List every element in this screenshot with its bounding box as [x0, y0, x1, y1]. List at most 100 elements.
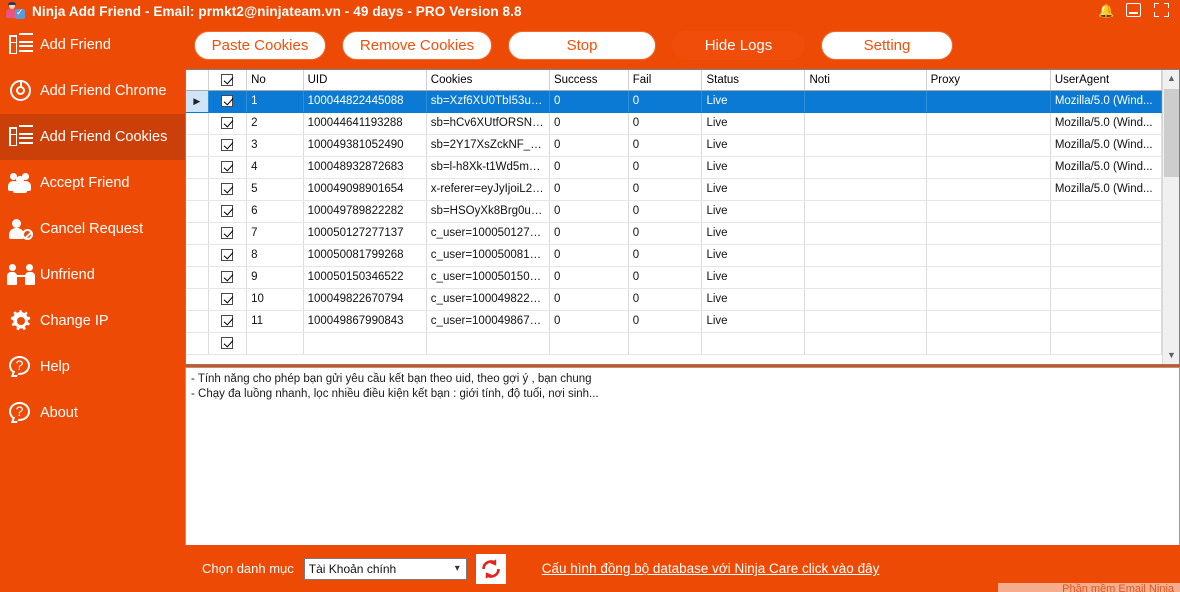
person-check-icon [4, 1, 28, 21]
stop-button[interactable]: Stop [508, 30, 656, 60]
list-icon [8, 125, 34, 149]
bell-icon[interactable]: 🔔 [1098, 3, 1114, 19]
cell-useragent: Mozilla/5.0 (Wind... [1050, 112, 1162, 135]
row-checkbox-cell[interactable] [208, 244, 248, 267]
scroll-down-arrow-icon[interactable]: ▼ [1163, 347, 1180, 364]
col-header-status[interactable]: Status [701, 70, 806, 91]
table-row[interactable]: 10 100049822670794 c_user=1000498226... 0 0 L… [186, 288, 1162, 311]
sidebar-item-change-ip[interactable]: Change IP [0, 298, 185, 344]
row-checkbox-cell[interactable] [208, 112, 248, 135]
sidebar-item-add-friend-chrome[interactable]: Add Friend Chrome [0, 68, 185, 114]
minimize-icon[interactable] [1126, 3, 1142, 19]
row-checkbox[interactable] [221, 182, 234, 195]
col-header-select-all[interactable] [208, 70, 248, 91]
row-marker[interactable] [186, 310, 209, 333]
refresh-button[interactable] [475, 553, 506, 584]
row-checkbox-cell[interactable] [208, 222, 248, 245]
row-checkbox-cell[interactable] [208, 90, 248, 113]
row-marker[interactable] [186, 288, 209, 311]
sidebar-item-help[interactable]: ? Help [0, 344, 185, 390]
cell-proxy [926, 178, 1051, 201]
row-marker[interactable] [186, 112, 209, 135]
row-checkbox[interactable] [221, 314, 234, 327]
col-header-success[interactable]: Success [549, 70, 629, 91]
table-row[interactable]: 6 100049789822282 sb=HSOyXk8Brg0uH... 0 0 Liv… [186, 200, 1162, 223]
row-checkbox[interactable] [221, 292, 234, 305]
row-marker[interactable] [186, 266, 209, 289]
table-row[interactable]: 3 100049381052490 sb=2Y17XsZckNF_K... 0 0 Liv… [186, 134, 1162, 157]
cell-fail: 0 [628, 244, 703, 267]
sidebar-item-accept-friend[interactable]: Accept Friend [0, 160, 185, 206]
row-checkbox[interactable] [221, 204, 234, 217]
row-checkbox[interactable] [221, 336, 234, 349]
cell-no: 10 [246, 288, 304, 311]
cell-fail: 0 [628, 200, 703, 223]
row-checkbox-cell[interactable] [208, 266, 248, 289]
row-checkbox[interactable] [221, 226, 234, 239]
row-checkbox-cell[interactable] [208, 310, 248, 333]
category-label: Chọn danh mục [202, 561, 294, 576]
row-checkbox-cell[interactable] [208, 156, 248, 179]
row-checkbox[interactable] [221, 160, 234, 173]
table-row[interactable]: 4 100048932872683 sb=l-h8Xk-t1Wd5mpn... 0 0 L… [186, 156, 1162, 179]
cell-status: Live [701, 266, 806, 289]
col-header-uid[interactable]: UID [303, 70, 427, 91]
cell-no: 6 [246, 200, 304, 223]
row-marker[interactable] [186, 244, 209, 267]
cell-proxy [926, 156, 1051, 179]
table-row[interactable]: 7 100050127277137 c_user=1000501272... 0 0 Li… [186, 222, 1162, 245]
fullscreen-icon[interactable] [1154, 3, 1170, 19]
cell-no: 4 [246, 156, 304, 179]
col-header-fail[interactable]: Fail [628, 70, 703, 91]
row-marker[interactable] [186, 178, 209, 201]
col-header-no[interactable]: No [246, 70, 304, 91]
row-checkbox[interactable] [221, 94, 234, 107]
log-panel[interactable]: - Tính năng cho phép bạn gửi yêu cầu kết… [185, 367, 1180, 563]
sidebar-item-cancel-request[interactable]: Cancel Request [0, 206, 185, 252]
col-header-noti[interactable]: Noti [804, 70, 927, 91]
paste-cookies-button[interactable]: Paste Cookies [194, 30, 326, 60]
setting-button[interactable]: Setting [821, 30, 953, 60]
sidebar-item-unfriend[interactable]: Unfriend [0, 252, 185, 298]
table-row[interactable]: 9 100050150346522 c_user=1000501503... 0 0 Li… [186, 266, 1162, 289]
row-marker[interactable]: ▶ [186, 90, 209, 113]
sidebar-item-add-friend-cookies[interactable]: Add Friend Cookies [0, 114, 185, 160]
row-marker[interactable] [186, 222, 209, 245]
row-marker[interactable] [186, 332, 209, 355]
table-vertical-scrollbar[interactable]: ▲ ▼ [1162, 70, 1179, 364]
row-checkbox-cell[interactable] [208, 288, 248, 311]
row-checkbox-cell[interactable] [208, 200, 248, 223]
table-body: ▶ 1 100044822445088 sb=Xzf6XU0TbI53uE... 0 0 L… [186, 90, 1162, 355]
table-row[interactable]: ▶ 1 100044822445088 sb=Xzf6XU0TbI53uE... 0 0 L… [186, 90, 1162, 113]
row-checkbox[interactable] [221, 270, 234, 283]
scroll-up-arrow-icon[interactable]: ▲ [1163, 70, 1180, 87]
sync-database-link[interactable]: Cấu hình đồng bộ database với Ninja Care… [542, 561, 880, 576]
row-marker[interactable] [186, 200, 209, 223]
table-row[interactable]: 11 100049867990843 c_user=1000498679... 0 0 L… [186, 310, 1162, 333]
row-marker[interactable] [186, 156, 209, 179]
row-checkbox-cell[interactable] [208, 134, 248, 157]
row-checkbox[interactable] [221, 248, 234, 261]
row-checkbox[interactable] [221, 116, 234, 129]
cell-no: 2 [246, 112, 304, 135]
group-icon [8, 171, 34, 195]
table-row[interactable]: 8 100050081799268 c_user=1000500817... 0 0 Li… [186, 244, 1162, 267]
remove-cookies-button[interactable]: Remove Cookies [342, 30, 492, 60]
col-header-proxy[interactable]: Proxy [926, 70, 1051, 91]
row-checkbox-cell[interactable] [208, 178, 248, 201]
col-header-cookies[interactable]: Cookies [426, 70, 550, 91]
row-marker[interactable] [186, 134, 209, 157]
category-select[interactable]: Tài Khoản chính ▾ [303, 557, 467, 580]
cell-no: 3 [246, 134, 304, 157]
table-row[interactable] [186, 332, 1162, 355]
select-all-checkbox[interactable] [221, 73, 234, 86]
table-row[interactable]: 5 100049098901654 x-referer=eyJyIjoiL2Vu..… [186, 178, 1162, 201]
table-row[interactable]: 2 100044641193288 sb=hCv6XUtfORSNZ... 0 0 Liv… [186, 112, 1162, 135]
scrollbar-thumb[interactable] [1164, 89, 1179, 177]
row-checkbox-cell[interactable] [208, 332, 248, 355]
row-checkbox[interactable] [221, 138, 234, 151]
col-header-useragent[interactable]: UserAgent [1050, 70, 1162, 91]
hide-logs-button[interactable]: Hide Logs [672, 30, 805, 60]
sidebar-item-add-friend[interactable]: Add Friend [0, 22, 185, 68]
sidebar-item-about[interactable]: ? About [0, 390, 185, 436]
